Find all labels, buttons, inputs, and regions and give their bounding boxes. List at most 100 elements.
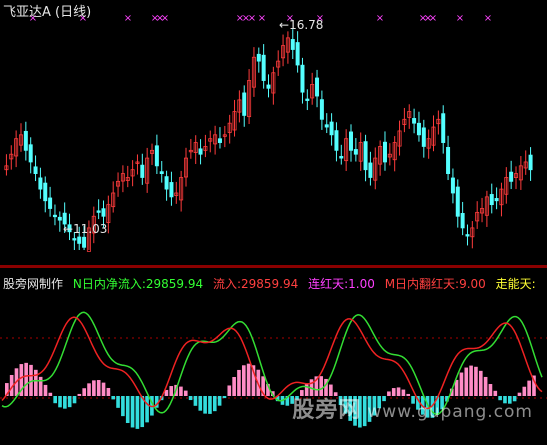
inflow-bar — [82, 388, 87, 396]
candle-body — [465, 234, 470, 237]
legend-net-inflow: N日内净流入:29859.94 — [72, 277, 204, 291]
candle-body — [43, 182, 48, 202]
inflow-bar — [246, 363, 251, 396]
outflow-bar — [72, 396, 77, 404]
outflow-bar — [188, 396, 193, 401]
candle-body — [329, 121, 334, 136]
candle-body — [509, 171, 514, 182]
candle-body — [72, 238, 77, 241]
candle-body — [256, 53, 261, 62]
candle-body — [441, 113, 446, 143]
outflow-bar — [58, 396, 62, 408]
candle-body — [412, 118, 417, 124]
candle-body — [300, 64, 305, 93]
candle-body — [349, 131, 354, 151]
candle-body — [159, 171, 164, 174]
inflow-bar — [34, 369, 38, 396]
legend-red-days: 连红天:1.00 — [308, 277, 375, 291]
outflow-bar — [116, 396, 120, 408]
candle-body — [82, 236, 87, 248]
candle-body — [305, 98, 310, 101]
watermark-url: www.gupang.com — [367, 402, 533, 422]
candle-body — [242, 92, 247, 116]
candle-body — [489, 194, 494, 206]
indicator-legend: 股旁网制作 N日内净流入:29859.94 流入:29859.94 连红天:1.… — [3, 275, 542, 292]
candle-body — [77, 236, 82, 244]
outflow-bar — [217, 396, 222, 406]
candle-body — [57, 216, 62, 221]
outflow-bar — [193, 396, 198, 406]
outflow-bar — [135, 396, 140, 429]
arrow-left-icon: ← — [279, 18, 290, 32]
candle-body — [48, 197, 53, 209]
candle-body — [382, 141, 387, 163]
candle-body — [455, 186, 460, 217]
candle-body — [494, 198, 499, 202]
signal-mark: × — [161, 13, 169, 24]
outflow-bar — [145, 396, 149, 423]
candle-body — [169, 182, 174, 198]
arrow-left-icon: ← — [63, 222, 74, 236]
outflow-bar — [63, 396, 67, 409]
candle-body — [217, 138, 222, 143]
signal-mark: × — [124, 13, 132, 24]
inflow-bar — [106, 387, 111, 396]
inflow-bar — [227, 385, 232, 396]
outflow-bar — [121, 396, 125, 417]
inflow-bar — [169, 386, 174, 396]
inflow-bar — [38, 376, 43, 396]
inflow-bar — [237, 369, 241, 396]
candle-body — [52, 214, 57, 218]
inflow-bar — [96, 380, 101, 396]
candle-body — [319, 99, 324, 120]
candle-body — [23, 130, 28, 151]
signal-mark: × — [456, 13, 464, 24]
low-price-label: ←11.03 — [63, 222, 107, 236]
candle-body — [368, 162, 373, 178]
candle-body — [334, 130, 339, 151]
watermark: 股旁网 www.gupang.com — [292, 392, 533, 424]
candle-body — [295, 42, 300, 66]
legend-turn-red-days: M日内翻红天:9.00 — [384, 277, 486, 291]
candle-body — [154, 145, 159, 167]
candle-body — [33, 166, 38, 174]
inflow-bar — [43, 384, 48, 396]
candle-body — [460, 213, 465, 229]
outflow-bar — [111, 396, 116, 400]
inflow-bar — [24, 362, 28, 396]
candle-body — [446, 146, 451, 174]
inflow-bar — [241, 365, 246, 396]
outflow-bar — [67, 396, 72, 408]
high-price-value: 16.78 — [289, 18, 324, 32]
candle-body — [101, 208, 106, 217]
candle-body — [450, 177, 455, 194]
chart-title: 飞亚达A (日线) — [3, 5, 92, 20]
signal-mark: × — [248, 13, 256, 24]
inflow-bar — [101, 382, 106, 396]
indicator-name: 股旁网制作 — [3, 277, 64, 291]
inflow-bar — [183, 390, 188, 396]
candle-body — [261, 54, 266, 81]
outflow-bar — [208, 396, 212, 414]
candle-body — [416, 122, 421, 136]
inflow-bar — [92, 380, 96, 396]
signal-mark: × — [484, 13, 492, 24]
candle-body — [339, 156, 344, 159]
candle-body — [164, 176, 169, 190]
outflow-bar — [53, 396, 57, 404]
inflow-bar — [179, 386, 183, 396]
inflow-bar — [232, 377, 236, 396]
candle-body — [198, 148, 203, 155]
candle-body — [140, 164, 145, 178]
signal-mark: × — [429, 13, 437, 24]
price-panel[interactable]: × × × × × × × × × × × × × × × × × × 飞亚达A (日线) ←16.78 ←11.… — [0, 0, 547, 265]
legend-energy-days: 走能天: — [495, 277, 536, 291]
inflow-bar — [48, 392, 53, 396]
outflow-bar — [130, 396, 135, 428]
inflow-bar — [77, 393, 82, 396]
signal-mark: × — [258, 13, 266, 24]
inflow-bar — [87, 383, 91, 396]
candle-body — [315, 77, 320, 97]
candle-body — [28, 144, 33, 163]
candle-body — [363, 141, 368, 171]
